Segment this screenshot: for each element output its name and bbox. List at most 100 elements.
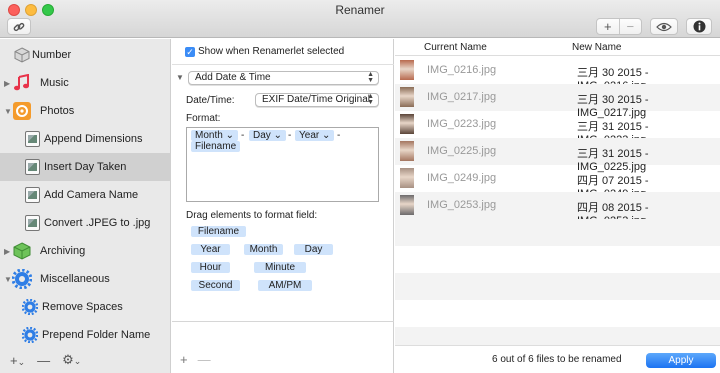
remove-action-button[interactable]: — [198,352,211,367]
gear-menu-button[interactable]: ⚙⌄ [62,352,81,368]
file-list-footer: 6 out of 6 files to be renamed Apply [395,345,720,373]
link-icon [13,22,25,31]
file-row[interactable]: IMG_0217.jpg 三月 30 2015 - IMG_0217.jpg [395,84,720,119]
sidebar-item-label: Miscellaneous [40,273,110,285]
file-list-panel: Current Name New Name IMG_0216.jpg 三月 30 … [395,39,720,373]
document-image-icon [22,185,42,205]
info-button[interactable] [686,18,712,35]
gear-icon [12,269,32,289]
sidebar-item-label: Add Camera Name [44,189,139,201]
palette-token-month[interactable]: Month [244,244,283,255]
divider [172,64,394,65]
eye-icon [656,22,672,31]
sidebar-item-number[interactable]: Number [0,41,171,69]
datetime-label: Date/Time: [186,95,235,106]
disclosure-triangle-icon[interactable]: ▶ [4,247,10,256]
window-title: Renamer [335,3,385,17]
column-header-current-name[interactable]: Current Name [424,42,487,53]
toolbar-remove-button[interactable]: − [618,19,642,34]
gear-icon: ⚙ [62,352,74,367]
format-separator: - [288,130,292,141]
column-header-new-name[interactable]: New Name [572,42,621,53]
sidebar-item-insert-day-taken[interactable]: Insert Day Taken [0,153,171,181]
link-button[interactable] [7,18,31,35]
palette-token-day[interactable]: Day [294,244,333,255]
photo-thumbnail [400,141,414,161]
empty-row [395,273,720,300]
sidebar-item-prepend-folder-name[interactable]: Prepend Folder Name [0,321,171,349]
sidebar-item-label: Archiving [40,245,86,257]
sidebar-item-label: Append Dimensions [44,133,143,145]
checkbox-label: Show when Renamerlet selected [198,46,345,57]
palette-token-ampm[interactable]: AM/PM [258,280,312,291]
current-filename: IMG_0253.jpg [427,199,497,211]
format-token-day[interactable]: Day ⌄ [249,130,286,141]
empty-row [395,219,720,246]
sidebar-item-label: Photos [40,105,75,117]
datetime-source-popup[interactable]: EXIF Date/Time Original ▲ ▼ [255,93,379,107]
info-icon [693,20,705,33]
action-list-footer: + — [180,352,211,367]
remove-renamerlet-button[interactable]: — [37,353,50,368]
palette-token-filename[interactable]: Filename [191,226,246,237]
document-image-icon [22,129,42,149]
palette-token-minute[interactable]: Minute [254,262,306,273]
document-image-icon [22,213,42,233]
sidebar-item-label: Prepend Folder Name [42,329,151,341]
popup-arrows-icon: ▲ ▼ [367,71,374,84]
cube-icon [12,45,32,65]
palette-token-hour[interactable]: Hour [191,262,230,273]
photo-thumbnail [400,168,414,188]
sidebar-item-miscellaneous[interactable]: ▼ Miscellaneous [0,265,171,293]
archive-cube-icon [12,241,32,261]
disclosure-triangle-icon[interactable]: ▼ [4,107,12,116]
file-row[interactable]: IMG_0249.jpg四月 07 2015 - IMG_0249.jpg [395,165,720,200]
action-type-popup[interactable]: Add Date & Time ▲ ▼ [188,71,379,85]
toolbar-add-button[interactable]: + [597,19,619,34]
sidebar-item-label: Insert Day Taken [44,161,127,173]
palette-token-second[interactable]: Second [191,280,240,291]
file-row[interactable]: IMG_0253.jpg四月 08 2015 - IMG_0253.jpg [395,192,720,227]
photos-icon [12,101,32,121]
format-token-year[interactable]: Year ⌄ [295,130,335,141]
format-token-filename[interactable]: Filename [191,141,241,152]
add-renamerlet-button[interactable]: +⌄ [10,353,25,368]
preview-button[interactable] [650,18,678,35]
document-image-icon [22,157,42,177]
action-editor-panel: ✓ Show when Renamerlet selected ▼ Add Da… [172,39,394,373]
current-filename: IMG_0216.jpg [427,64,497,76]
sidebar-item-archiving[interactable]: ▶ Archiving [0,237,171,265]
current-filename: IMG_0217.jpg [427,91,497,103]
divider [172,321,394,322]
add-action-button[interactable]: + [180,352,188,367]
current-filename: IMG_0225.jpg [427,145,497,157]
palette-token-year[interactable]: Year [191,244,230,255]
sidebar-item-label: Convert .JPEG to .jpg [44,217,151,229]
music-note-icon [12,73,32,93]
sidebar-item-photos[interactable]: ▼ Photos [0,97,171,125]
sidebar-item-add-camera-name[interactable]: Add Camera Name [0,181,171,209]
disclosure-triangle-icon[interactable]: ▶ [4,79,10,88]
photo-thumbnail [400,114,414,134]
collapse-triangle-icon[interactable]: ▼ [176,73,184,82]
sidebar-item-remove-spaces[interactable]: Remove Spaces [0,293,171,321]
add-remove-segmented-control: + − [596,18,642,35]
current-filename: IMG_0223.jpg [427,118,497,130]
show-when-selected-checkbox[interactable]: ✓ [185,47,195,57]
apply-button[interactable]: Apply [646,353,716,368]
sidebar-item-music[interactable]: ▶ Music [0,69,171,97]
sidebar-item-convert-jpeg[interactable]: Convert .JPEG to .jpg [0,209,171,237]
format-token-month[interactable]: Month ⌄ [191,130,238,141]
file-row[interactable]: IMG_0225.jpg 三月 31 2015 - IMG_0225.jpg [395,138,720,173]
photo-thumbnail [400,195,414,215]
photo-thumbnail [400,60,414,80]
file-row[interactable]: IMG_0223.jpg三月 31 2015 - IMG_0223.jpg [395,111,720,146]
format-field[interactable]: Month ⌄ - Day ⌄ - Year ⌄ - Filename [186,127,379,202]
sidebar-item-append-dimensions[interactable]: Append Dimensions [0,125,171,153]
sidebar-item-label: Number [32,49,72,61]
file-row[interactable]: IMG_0216.jpg三月 30 2015 - IMG_0216.jpg [395,57,720,92]
empty-row [395,327,720,345]
file-list-header: Current Name New Name [395,39,720,56]
disclosure-triangle-icon[interactable]: ▼ [4,275,12,284]
title-bar: Renamer + − [0,0,720,38]
